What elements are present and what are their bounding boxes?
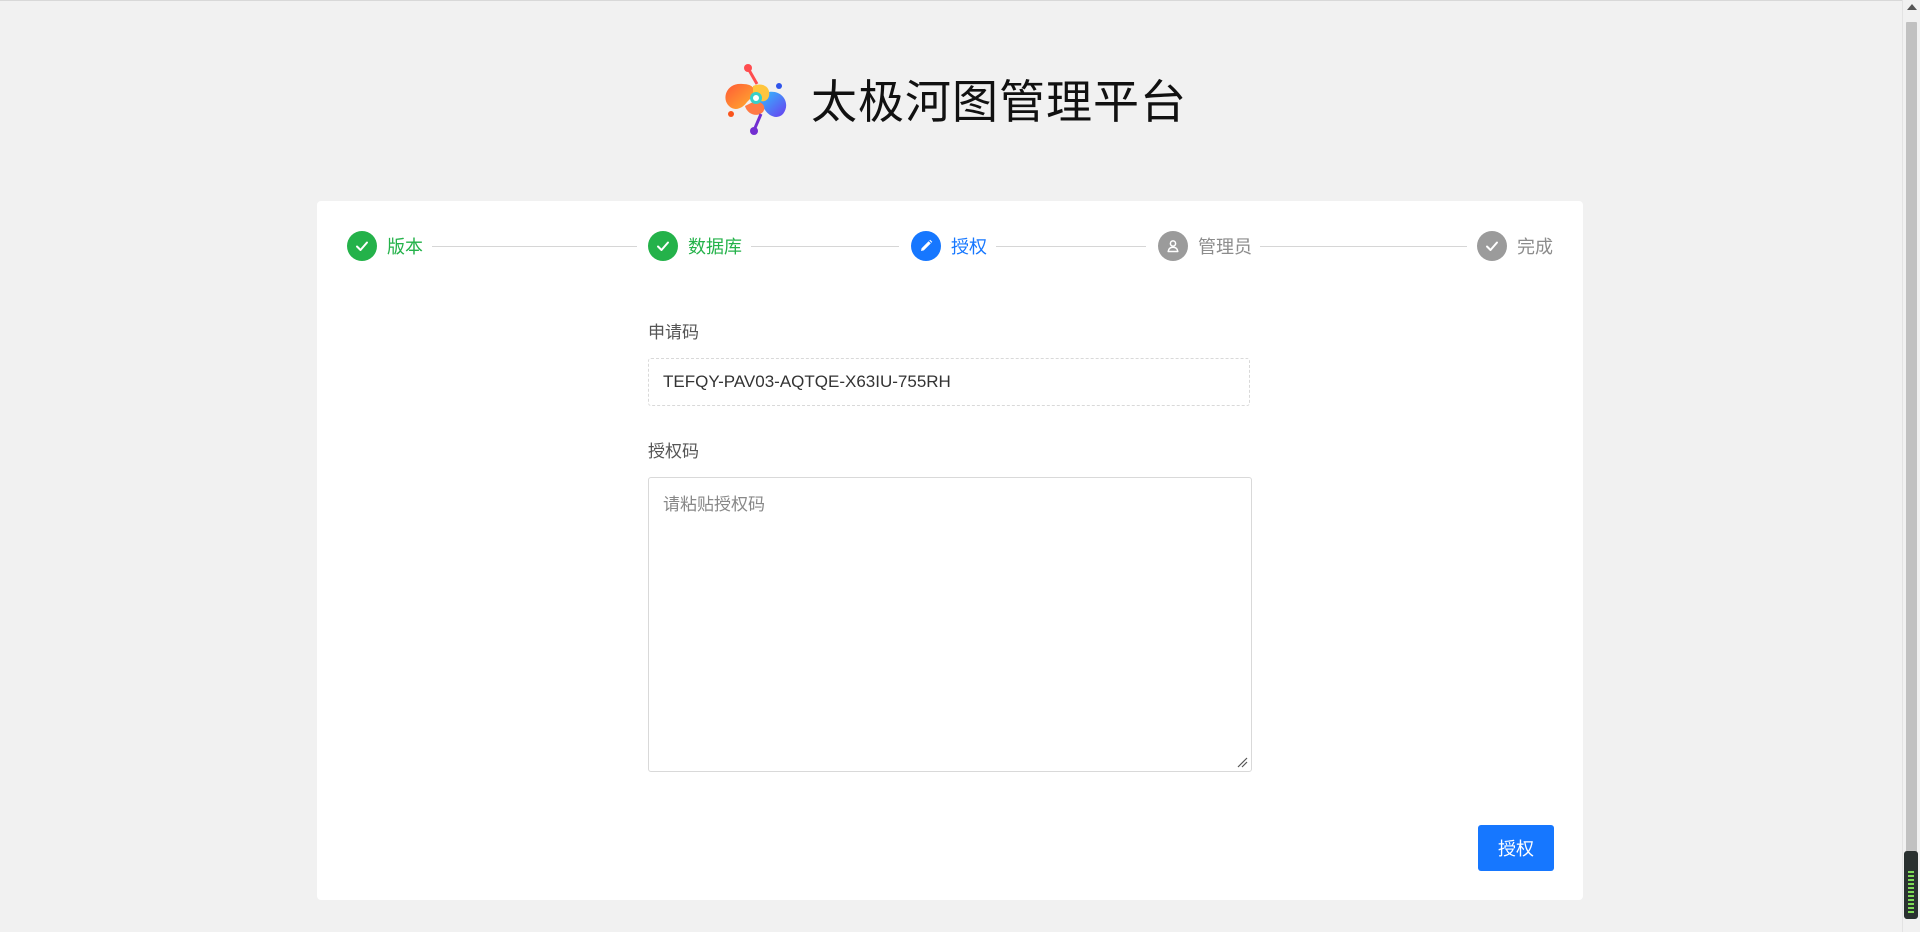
vertical-scrollbar[interactable]: [1902, 0, 1920, 932]
setup-card: 版本 数据库 授权 管理员 完成 申请码 TEFQY-PAV03-AQTQE-X…: [317, 201, 1583, 900]
header: 太极河图管理平台: [0, 56, 1900, 142]
step-wait-circle: [1158, 231, 1188, 261]
auth-code-field: 授权码 请粘贴授权码: [648, 440, 1252, 772]
scroll-up-arrow-icon[interactable]: [1907, 4, 1917, 10]
step-label: 数据库: [688, 237, 742, 258]
step-label: 版本: [387, 237, 423, 258]
step-connector: [432, 246, 637, 247]
auth-code-textarea[interactable]: 请粘贴授权码: [648, 477, 1252, 772]
auth-form: 申请码 TEFQY-PAV03-AQTQE-X63IU-755RH 授权码 请粘…: [648, 321, 1252, 772]
apply-code-field: 申请码 TEFQY-PAV03-AQTQE-X63IU-755RH: [648, 321, 1252, 406]
step-connector: [996, 246, 1146, 247]
page: 太极河图管理平台 版本 数据库 授权 管理员 完成 申请码 TEFQY-PAV0…: [0, 0, 1920, 932]
step-wait-circle: [1477, 231, 1507, 261]
step-finish: 完成: [1477, 231, 1553, 261]
authorize-button[interactable]: 授权: [1478, 825, 1554, 871]
step-label: 授权: [951, 237, 987, 258]
check-icon: [657, 241, 669, 251]
meter-bar: [1908, 869, 1914, 913]
scroll-thumb[interactable]: [1906, 22, 1917, 910]
step-database: 数据库: [648, 231, 742, 261]
step-done-circle: [648, 231, 678, 261]
auth-code-label: 授权码: [648, 442, 699, 462]
user-icon: [1167, 240, 1179, 253]
step-connector: [751, 246, 899, 247]
step-connector: [1260, 246, 1467, 247]
auth-code-placeholder: 请粘贴授权码: [663, 495, 765, 515]
step-label: 管理员: [1198, 237, 1252, 258]
check-icon: [1486, 241, 1498, 251]
meter-widget: [1904, 851, 1918, 919]
top-border: [0, 0, 1902, 1]
pencil-icon: [921, 239, 933, 251]
step-done-circle: [347, 231, 377, 261]
resize-grip-icon[interactable]: [1236, 756, 1248, 768]
step-authorize: 授权: [911, 231, 987, 261]
apply-code-input[interactable]: TEFQY-PAV03-AQTQE-X63IU-755RH: [648, 358, 1250, 406]
check-icon: [356, 241, 368, 251]
step-active-circle: [911, 231, 941, 261]
step-admin: 管理员: [1158, 231, 1252, 261]
apply-code-label: 申请码: [648, 323, 699, 343]
step-version: 版本: [347, 231, 423, 261]
step-label: 完成: [1517, 237, 1553, 258]
molecule-logo-icon: [725, 64, 787, 135]
app-title: 太极河图管理平台: [811, 75, 1187, 129]
steps-bar: 版本 数据库 授权 管理员 完成: [347, 231, 1553, 261]
